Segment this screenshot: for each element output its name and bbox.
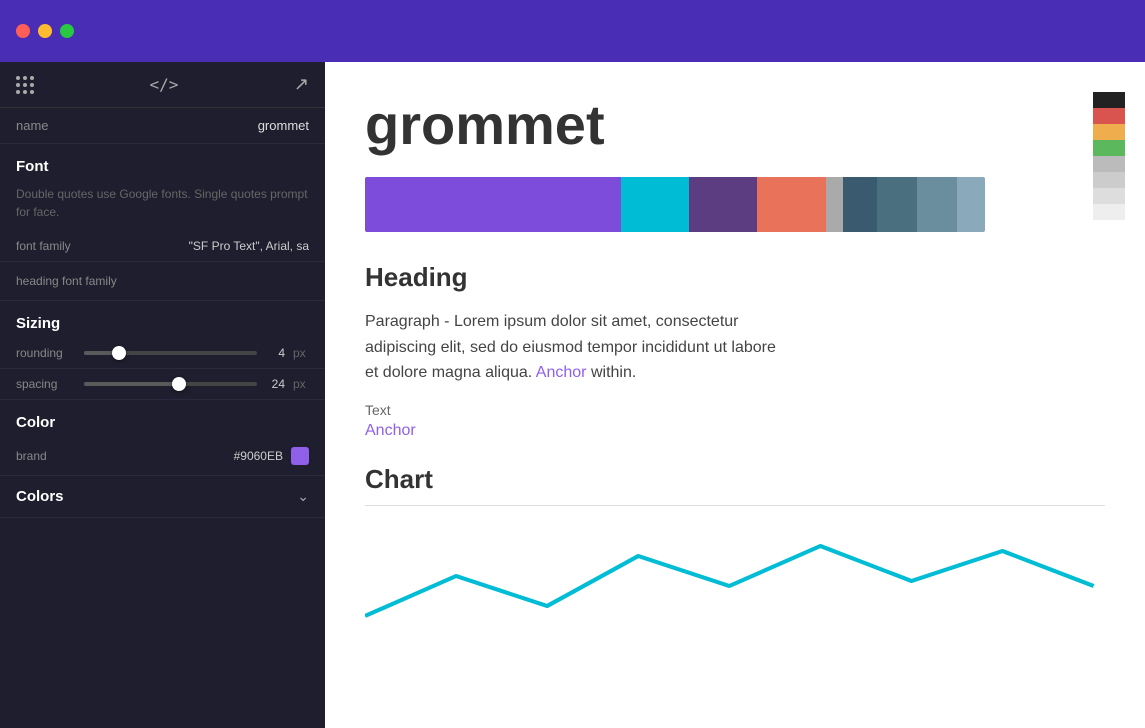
mini-swatch-gray3 <box>1093 188 1125 204</box>
palette-bar-lighter-blue <box>957 177 985 232</box>
brand-hex[interactable]: #9060EB <box>234 449 283 463</box>
sidebar-toolbar: </> ↗ <box>0 62 325 108</box>
brand-color-row: brand #9060EB <box>0 437 325 476</box>
rounding-thumb[interactable] <box>112 346 126 360</box>
paragraph-text: Paragraph - Lorem ipsum dolor sit amet, … <box>365 309 785 386</box>
palette-bar-dark-blue <box>843 177 877 232</box>
mini-swatch-green <box>1093 140 1125 156</box>
rounding-label: rounding <box>16 346 76 360</box>
heading-font-label: heading font family <box>16 274 117 288</box>
spacing-fill <box>84 382 179 386</box>
palette-bar-gray <box>826 177 843 232</box>
titlebar <box>0 0 1145 62</box>
chart-line <box>365 546 1094 616</box>
external-link-icon[interactable]: ↗ <box>294 74 309 95</box>
palette-bar-light-blue <box>917 177 957 232</box>
traffic-light-red[interactable] <box>16 24 30 38</box>
app-title: grommet <box>365 92 1105 157</box>
mini-swatch-black <box>1093 92 1125 108</box>
brand-swatch[interactable] <box>291 447 309 465</box>
mini-swatch-red <box>1093 108 1125 124</box>
brand-label: brand <box>16 449 47 463</box>
color-palette <box>365 177 985 232</box>
palette-bar-purple <box>365 177 621 232</box>
font-family-row: font family "SF Pro Text", Arial, sa <box>0 231 325 262</box>
code-icon[interactable]: </> <box>150 75 179 94</box>
heading-section-label: Heading <box>365 262 1105 293</box>
font-family-label: font family <box>16 239 71 253</box>
content-area: grommet Heading Paragraph - Lorem ipsum … <box>325 62 1145 728</box>
spacing-slider[interactable] <box>84 382 257 386</box>
name-label: name <box>16 118 49 133</box>
mini-palette <box>1093 92 1125 220</box>
chart-svg <box>365 526 1105 646</box>
colors-collapse-row[interactable]: Colors ⌄ <box>0 476 325 518</box>
grid-icon[interactable] <box>16 76 34 94</box>
palette-bar-teal <box>621 177 689 232</box>
rounding-slider[interactable] <box>84 351 257 355</box>
name-field: name grommet <box>0 108 325 144</box>
color-section-header: Color <box>0 400 325 437</box>
palette-bar-mid-blue <box>877 177 917 232</box>
rounding-row: rounding 4 px <box>0 338 325 369</box>
traffic-light-green[interactable] <box>60 24 74 38</box>
font-section-header: Font <box>0 144 325 181</box>
font-hint: Double quotes use Google fonts. Single q… <box>0 181 325 231</box>
spacing-value: 24 <box>265 377 285 391</box>
spacing-label: spacing <box>16 377 76 391</box>
spacing-unit: px <box>293 377 309 391</box>
chart-area <box>365 526 1105 646</box>
mini-swatch-gray1 <box>1093 156 1125 172</box>
within-text: within. <box>591 364 636 381</box>
spacing-thumb[interactable] <box>172 377 186 391</box>
spacing-row: spacing 24 px <box>0 369 325 400</box>
sidebar: </> ↗ name grommet Font Double quotes us… <box>0 62 325 728</box>
heading-font-row: heading font family <box>0 262 325 301</box>
mini-swatch-gray2 <box>1093 172 1125 188</box>
toolbar-left <box>16 76 34 94</box>
mini-swatch-yellow <box>1093 124 1125 140</box>
main-layout: </> ↗ name grommet Font Double quotes us… <box>0 62 1145 728</box>
rounding-value: 4 <box>265 346 285 360</box>
sizing-section-header: Sizing <box>0 301 325 338</box>
text-static-label: Text <box>365 402 1105 418</box>
chart-section-label: Chart <box>365 464 1105 495</box>
name-value: grommet <box>258 118 309 133</box>
anchor-standalone[interactable]: Anchor <box>365 422 1105 440</box>
anchor-inline-link[interactable]: Anchor <box>536 364 587 381</box>
traffic-light-yellow[interactable] <box>38 24 52 38</box>
font-family-value[interactable]: "SF Pro Text", Arial, sa <box>189 239 309 253</box>
chevron-down-icon: ⌄ <box>297 488 309 505</box>
palette-bar-coral <box>757 177 825 232</box>
colors-collapse-label: Colors <box>16 488 64 505</box>
chart-divider <box>365 505 1105 506</box>
palette-bar-dark-purple <box>689 177 757 232</box>
brand-color-right: #9060EB <box>234 447 309 465</box>
rounding-unit: px <box>293 346 309 360</box>
mini-swatch-gray4 <box>1093 204 1125 220</box>
